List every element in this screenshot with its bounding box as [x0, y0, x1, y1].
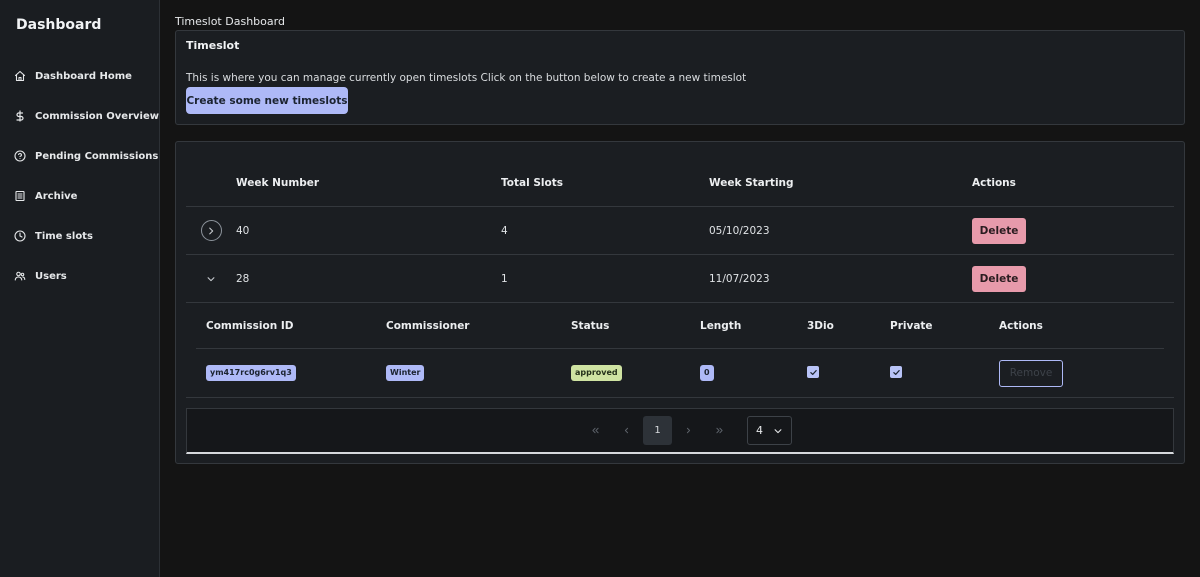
- page-number-button[interactable]: 1: [643, 416, 672, 445]
- chevrons-left-icon: [592, 427, 599, 434]
- sidebar: Dashboard Dashboard Home Commission Over…: [0, 0, 160, 577]
- delete-week-button[interactable]: Delete: [972, 265, 1026, 292]
- cell-week-starting: 05/10/2023: [709, 224, 770, 237]
- users-icon: [14, 270, 26, 282]
- length-badge: 0: [700, 365, 714, 381]
- sidebar-item-pending-commissions[interactable]: Pending Commissions: [0, 136, 159, 176]
- chevron-down-icon: [774, 428, 782, 433]
- clock-icon: [14, 230, 26, 242]
- table-row: 40 4 05/10/2023 Delete: [186, 207, 1174, 255]
- next-page-button[interactable]: [674, 416, 703, 445]
- header-commission-id: Commission ID: [206, 319, 294, 332]
- home-icon: [14, 70, 26, 82]
- cell-week-number: 28: [236, 272, 250, 285]
- weeks-table-card: Week Number Total Slots Week Starting Ac…: [175, 141, 1185, 464]
- pagination-bar: 1 4: [186, 408, 1174, 454]
- create-timeslots-button[interactable]: Create some new timeslots: [186, 87, 348, 114]
- header-actions: Actions: [972, 177, 1016, 189]
- commissioner-badge: Winter: [386, 365, 425, 381]
- main-content: Timeslot Dashboard Timeslot This is wher…: [160, 0, 1200, 577]
- 3dio-checkbox[interactable]: [807, 366, 819, 379]
- expand-row-button[interactable]: [200, 220, 222, 241]
- last-page-button[interactable]: [705, 416, 734, 445]
- commissions-table-header: Commission ID Commissioner Status Length…: [196, 303, 1164, 349]
- header-week-starting: Week Starting: [709, 177, 794, 189]
- table-row: ym417rc0g6rv1q3 Winter approved 0 Remove: [196, 349, 1164, 397]
- app-root: Dashboard Dashboard Home Commission Over…: [0, 0, 1200, 577]
- document-icon: [14, 190, 26, 202]
- header-actions: Actions: [999, 319, 1043, 332]
- chevrons-right-icon: [716, 427, 723, 434]
- timeslot-info-card: Timeslot This is where you can manage cu…: [175, 30, 1185, 125]
- commission-id-badge: ym417rc0g6rv1q3: [206, 365, 296, 381]
- question-circle-icon: [14, 150, 26, 162]
- collapse-row-button[interactable]: [201, 268, 222, 289]
- cell-total-slots: 4: [501, 224, 508, 237]
- private-checkbox[interactable]: [890, 366, 902, 379]
- dollar-icon: [14, 110, 26, 122]
- page-title: Timeslot Dashboard: [175, 15, 285, 28]
- check-icon: [892, 369, 900, 375]
- cell-week-starting: 11/07/2023: [709, 272, 770, 285]
- commissions-subtable: Commission ID Commissioner Status Length…: [186, 303, 1174, 398]
- page-size-dropdown[interactable]: 4: [747, 416, 792, 445]
- chevron-right-icon: [209, 227, 214, 234]
- chevron-down-icon: [207, 276, 215, 281]
- header-length: Length: [700, 319, 742, 332]
- header-commissioner: Commissioner: [386, 319, 470, 332]
- page-size-value: 4: [756, 424, 763, 437]
- remove-commission-button[interactable]: Remove: [999, 359, 1063, 387]
- header-status: Status: [571, 319, 610, 332]
- sidebar-item-label: Dashboard Home: [35, 70, 132, 82]
- chevron-left-icon: [624, 427, 629, 434]
- weeks-table-header: Week Number Total Slots Week Starting Ac…: [186, 142, 1174, 207]
- cell-week-number: 40: [236, 224, 250, 237]
- previous-page-button[interactable]: [612, 416, 641, 445]
- delete-week-button[interactable]: Delete: [972, 217, 1026, 244]
- sidebar-item-label: Pending Commissions: [35, 150, 159, 162]
- sidebar-item-archive[interactable]: Archive: [0, 176, 159, 216]
- timeslot-card-description: This is where you can manage currently o…: [186, 72, 747, 84]
- sidebar-item-label: Archive: [35, 190, 78, 202]
- header-private: Private: [890, 319, 933, 332]
- first-page-button[interactable]: [581, 416, 610, 445]
- sidebar-item-commission-overview[interactable]: Commission Overview: [0, 96, 159, 136]
- sidebar-item-label: Commission Overview: [35, 110, 159, 122]
- chevron-right-icon: [686, 427, 691, 434]
- header-week-number: Week Number: [236, 177, 320, 189]
- sidebar-brand: Dashboard: [16, 17, 102, 33]
- sidebar-item-dashboard-home[interactable]: Dashboard Home: [0, 56, 159, 96]
- sidebar-item-label: Time slots: [35, 230, 93, 242]
- cell-total-slots: 1: [501, 272, 508, 285]
- sidebar-item-label: Users: [35, 270, 67, 282]
- status-badge: approved: [571, 365, 622, 381]
- sidebar-item-users[interactable]: Users: [0, 256, 159, 296]
- timeslot-card-title: Timeslot: [186, 39, 240, 52]
- sidebar-item-time-slots[interactable]: Time slots: [0, 216, 159, 256]
- header-total-slots: Total Slots: [501, 177, 563, 189]
- table-row: 28 1 11/07/2023 Delete: [186, 255, 1174, 303]
- check-icon: [809, 369, 817, 375]
- header-3dio: 3Dio: [807, 319, 834, 332]
